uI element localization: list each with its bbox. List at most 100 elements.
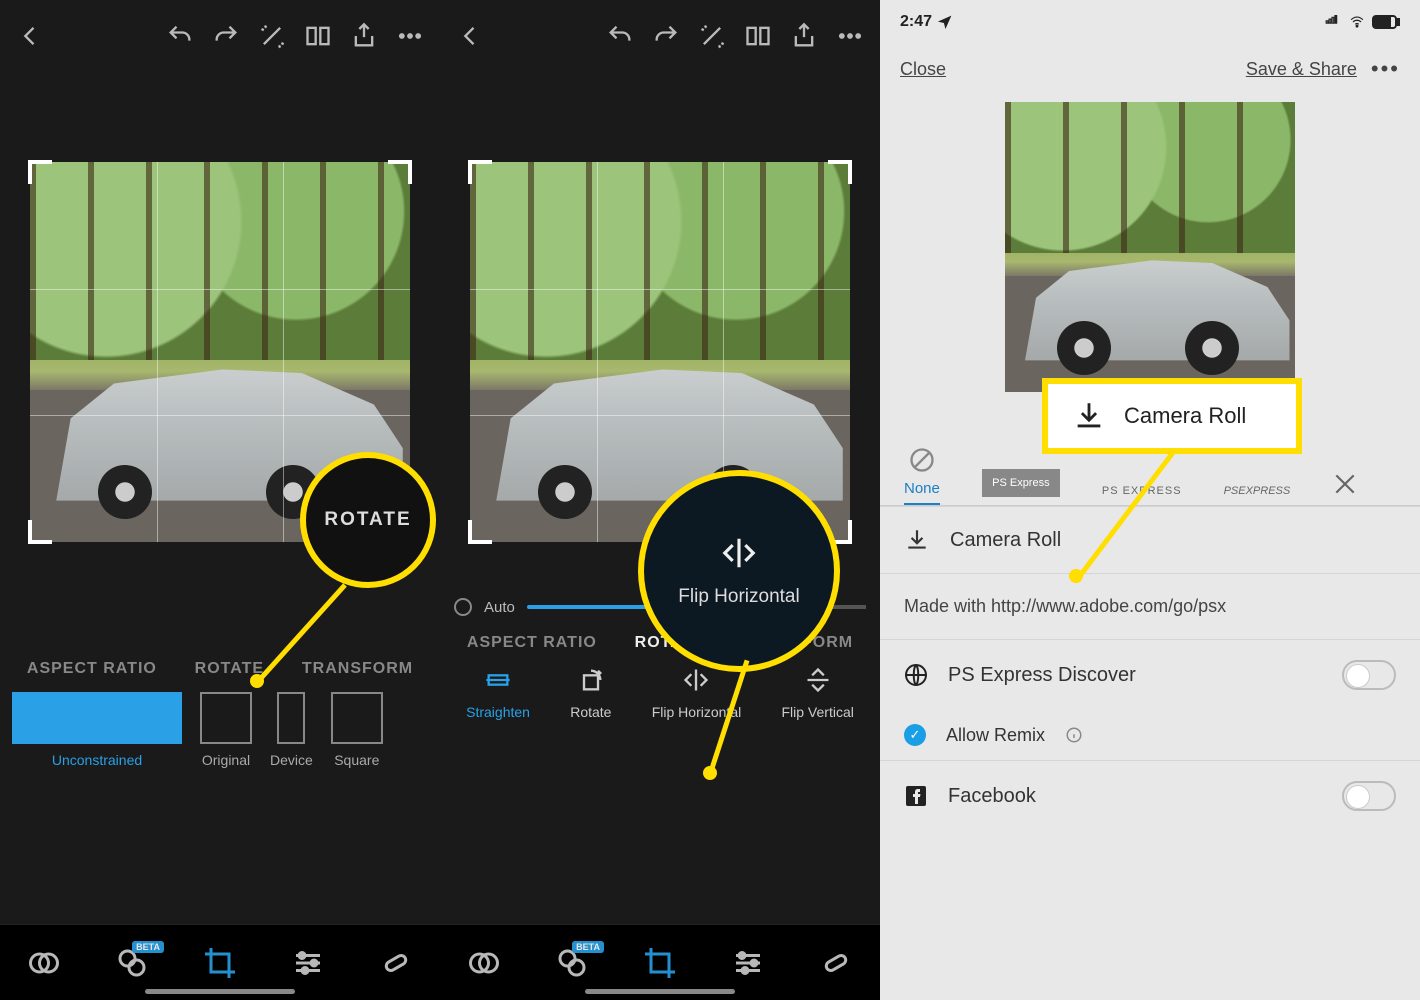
heal-icon[interactable] bbox=[818, 945, 854, 981]
magic-wand-icon[interactable] bbox=[698, 22, 726, 50]
crop-tab-row: ASPECT RATIO ROTATE TRANSFORM bbox=[440, 634, 880, 652]
facebook-row[interactable]: Facebook bbox=[880, 760, 1420, 831]
opt-label: Device bbox=[270, 752, 313, 768]
top-toolbar bbox=[440, 0, 880, 72]
discover-row[interactable]: PS Express Discover bbox=[880, 639, 1420, 710]
allow-remix-row[interactable]: ✓ Allow Remix bbox=[880, 710, 1420, 760]
tab-transform[interactable]: TRANSFORM bbox=[302, 660, 413, 678]
more-icon[interactable] bbox=[836, 22, 864, 50]
check-icon: ✓ bbox=[904, 724, 926, 746]
crop-icon[interactable] bbox=[642, 945, 678, 981]
allow-remix-label: Allow Remix bbox=[946, 725, 1045, 746]
home-indicator bbox=[145, 989, 295, 994]
compare-icon[interactable] bbox=[744, 22, 772, 50]
camera-roll-row[interactable]: Camera Roll bbox=[880, 506, 1420, 573]
heal-icon[interactable] bbox=[378, 945, 414, 981]
crop-handle-tl[interactable] bbox=[468, 160, 492, 184]
opt-label: Original bbox=[202, 752, 250, 768]
camera-roll-label: Camera Roll bbox=[950, 529, 1061, 552]
magic-wand-icon[interactable] bbox=[258, 22, 286, 50]
crop-handle-bl[interactable] bbox=[28, 520, 52, 544]
adjust-icon[interactable] bbox=[290, 945, 326, 981]
more-icon[interactable] bbox=[396, 22, 424, 50]
status-time: 2:47 bbox=[900, 13, 932, 31]
opt-label: Square bbox=[334, 752, 379, 768]
crop-tab-row: ASPECT RATIO ROTATE TRANSFORM bbox=[0, 660, 440, 678]
made-with-text: Made with http://www.adobe.com/go/psx bbox=[880, 573, 1420, 639]
opt-rotate[interactable]: Rotate bbox=[570, 666, 611, 720]
battery-icon bbox=[1372, 15, 1400, 29]
status-bar: 2:47 bbox=[880, 0, 1420, 44]
crop-handle-tr[interactable] bbox=[828, 160, 852, 184]
crop-canvas[interactable] bbox=[30, 162, 410, 542]
opt-label: Flip Vertical bbox=[781, 704, 853, 720]
top-toolbar bbox=[0, 0, 440, 72]
opt-label: Unconstrained bbox=[52, 752, 142, 768]
undo-icon[interactable] bbox=[166, 22, 194, 50]
tab-rotate[interactable]: ROTATE bbox=[635, 634, 704, 652]
watermark-none[interactable]: None bbox=[904, 446, 940, 506]
watermark-custom[interactable] bbox=[1332, 471, 1358, 497]
aspect-square[interactable]: Square bbox=[331, 692, 383, 768]
back-icon[interactable] bbox=[16, 22, 44, 50]
back-icon[interactable] bbox=[456, 22, 484, 50]
auto-radio[interactable] bbox=[454, 598, 472, 616]
screen-crop-rotate: Auto ASPECT RATIO ROTATE TRANSFORM Strai… bbox=[440, 0, 880, 1000]
compare-icon[interactable] bbox=[304, 22, 332, 50]
watermark-psexpress-3[interactable]: PSEXPRESS bbox=[1224, 485, 1291, 497]
beta-badge: BETA bbox=[132, 941, 164, 953]
crop-handle-br[interactable] bbox=[828, 520, 852, 544]
watermark-psexpress-1[interactable]: PS Express bbox=[982, 469, 1060, 497]
effects-icon[interactable]: BETA bbox=[554, 945, 590, 981]
opt-straighten[interactable]: Straighten bbox=[466, 666, 530, 720]
straighten-slider[interactable] bbox=[527, 605, 866, 609]
straighten-slider-row: Auto bbox=[440, 598, 880, 616]
more-icon[interactable]: ••• bbox=[1371, 56, 1400, 82]
crop-handle-br[interactable] bbox=[388, 520, 412, 544]
crop-canvas[interactable] bbox=[470, 162, 850, 542]
close-button[interactable]: Close bbox=[900, 59, 946, 80]
rotate-options: Straighten Rotate Flip Horizontal Flip V… bbox=[440, 652, 880, 722]
redo-icon[interactable] bbox=[212, 22, 240, 50]
tab-aspect-ratio[interactable]: ASPECT RATIO bbox=[467, 634, 597, 652]
looks-icon[interactable] bbox=[26, 945, 62, 981]
wifi-icon bbox=[1348, 15, 1366, 29]
crop-handle-bl[interactable] bbox=[468, 520, 492, 544]
screen-crop-aspect: ASPECT RATIO ROTATE TRANSFORM Unconstrai… bbox=[0, 0, 440, 1000]
opt-label: Rotate bbox=[570, 704, 611, 720]
crop-handle-tr[interactable] bbox=[388, 160, 412, 184]
crop-handle-tl[interactable] bbox=[28, 160, 52, 184]
share-preview bbox=[1005, 102, 1295, 392]
photo-preview bbox=[30, 162, 410, 542]
wm-label: None bbox=[904, 480, 940, 497]
aspect-device[interactable]: Device bbox=[270, 692, 313, 768]
aspect-original[interactable]: Original bbox=[200, 692, 252, 768]
aspect-options: Unconstrained Original Device Square bbox=[0, 678, 440, 770]
save-share-button[interactable]: Save & Share bbox=[1246, 59, 1357, 80]
callout-endpoint bbox=[250, 674, 264, 688]
adjust-icon[interactable] bbox=[730, 945, 766, 981]
aspect-unconstrained[interactable]: Unconstrained bbox=[12, 692, 182, 768]
info-icon[interactable] bbox=[1065, 726, 1083, 744]
opt-label: Straighten bbox=[466, 704, 530, 720]
photo-preview bbox=[470, 162, 850, 542]
callout-camera-roll: Camera Roll bbox=[1042, 378, 1302, 454]
tab-transform[interactable]: TRANSFORM bbox=[742, 634, 853, 652]
discover-toggle[interactable] bbox=[1342, 660, 1396, 690]
looks-icon[interactable] bbox=[466, 945, 502, 981]
facebook-toggle[interactable] bbox=[1342, 781, 1396, 811]
effects-icon[interactable]: BETA bbox=[114, 945, 150, 981]
discover-label: PS Express Discover bbox=[948, 664, 1136, 687]
share-icon[interactable] bbox=[350, 22, 378, 50]
callout-text: Camera Roll bbox=[1124, 403, 1246, 429]
share-icon[interactable] bbox=[790, 22, 818, 50]
home-indicator bbox=[585, 989, 735, 994]
facebook-label: Facebook bbox=[948, 785, 1036, 808]
tab-aspect-ratio[interactable]: ASPECT RATIO bbox=[27, 660, 157, 678]
undo-icon[interactable] bbox=[606, 22, 634, 50]
beta-badge: BETA bbox=[572, 941, 604, 953]
opt-flip-vertical[interactable]: Flip Vertical bbox=[781, 666, 853, 720]
redo-icon[interactable] bbox=[652, 22, 680, 50]
signal-icon bbox=[1322, 15, 1342, 29]
crop-icon[interactable] bbox=[202, 945, 238, 981]
